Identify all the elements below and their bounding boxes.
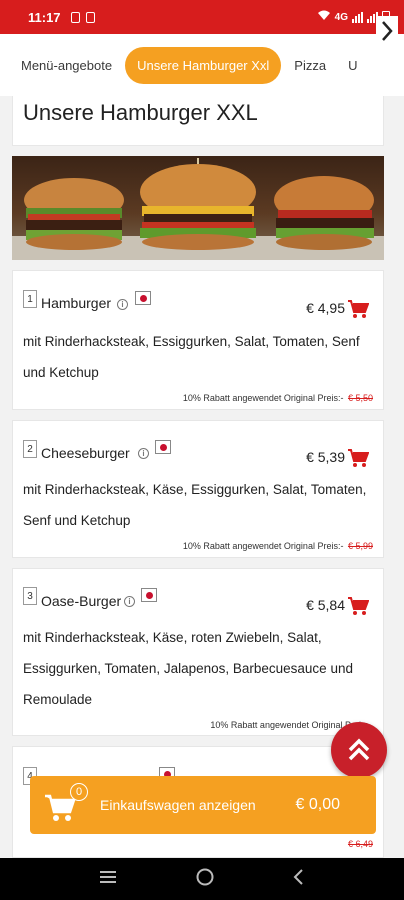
item-price: € 5,39 — [306, 449, 345, 465]
original-price: € 5,50 — [347, 393, 373, 403]
discount-note: € 6,49 — [346, 839, 373, 849]
item-number: 2 — [23, 440, 37, 458]
item-name: Cheeseburger — [41, 445, 130, 461]
status-time: 11:17 — [28, 9, 61, 25]
network-type: 4G — [334, 11, 348, 23]
japan-flag-icon — [155, 440, 171, 454]
add-to-cart-icon[interactable] — [347, 596, 370, 616]
view-cart-button[interactable]: 0 Einkaufswagen anzeigen € 0,00 — [30, 776, 376, 834]
japan-flag-icon — [135, 291, 151, 305]
add-to-cart-icon[interactable] — [347, 299, 370, 319]
add-to-cart-icon[interactable] — [347, 448, 370, 468]
original-price: € 5,99 — [347, 541, 373, 551]
cart-count-badge: 0 — [70, 783, 88, 801]
discount-note: 10% Rabatt angewendet Original Preis:- €… — [183, 393, 373, 403]
info-icon[interactable]: i — [124, 596, 135, 607]
home-icon[interactable] — [195, 867, 215, 892]
menu-item-card[interactable]: 3 Oase-Burger i € 5,84 mit Rinderhackste… — [12, 568, 384, 736]
wifi-icon — [317, 10, 331, 24]
cart-icon: 0 — [44, 783, 88, 825]
chevron-right-icon[interactable] — [376, 16, 398, 46]
discount-text: 10% Rabatt angewendet Original Preis:- — [182, 541, 344, 551]
burger-banner-image — [12, 156, 384, 260]
view-cart-label: Einkaufswagen anzeigen — [100, 797, 256, 813]
item-description: mit Rinderhacksteak, Essiggurken, Salat,… — [23, 334, 360, 380]
scroll-to-top-button[interactable] — [331, 722, 387, 778]
item-price: € 5,84 — [306, 597, 345, 613]
tab-pizza[interactable]: Pizza — [285, 48, 335, 83]
item-name: Hamburger — [41, 295, 112, 311]
section-header: Unsere Hamburger XXL — [12, 96, 384, 146]
back-icon[interactable] — [292, 868, 306, 891]
japan-flag-icon — [141, 588, 157, 602]
double-chevron-up-icon — [348, 738, 370, 761]
original-price: € 6,49 — [347, 839, 373, 849]
discount-text: 10% Rabatt angewendet Original Preis:- — [182, 393, 344, 403]
menu-item-card[interactable]: 1 Hamburger i € 4,95 mit Rinderhacksteak… — [12, 270, 384, 410]
signal-icon — [352, 11, 363, 23]
recent-apps-icon[interactable] — [98, 869, 118, 890]
status-bar: 11:17 4G — [0, 0, 404, 34]
system-nav-bar — [0, 858, 404, 900]
item-number: 1 — [23, 290, 37, 308]
info-icon[interactable]: i — [138, 448, 149, 459]
menu-item-card[interactable]: 2 Cheeseburger i € 5,39 mit Rinderhackst… — [12, 420, 384, 558]
tab-next-partial[interactable]: U — [339, 48, 366, 83]
tab-menue-angebote[interactable]: Menü-angebote — [12, 48, 121, 83]
item-price: € 4,95 — [306, 300, 345, 316]
notification-icon — [85, 11, 95, 23]
tab-unsere-hamburger-xxl[interactable]: Unsere Hamburger Xxl — [125, 46, 282, 84]
item-description: mit Rinderhacksteak, Käse, Essiggurken, … — [23, 482, 367, 528]
item-name: Oase-Burger — [41, 593, 122, 609]
info-icon[interactable]: i — [117, 299, 128, 310]
discount-note: 10% Rabatt angewendet Original Preis:- €… — [183, 541, 373, 551]
notification-icon — [70, 11, 80, 23]
category-tabs: Menü-angebote Unsere Hamburger Xxl Pizza… — [0, 34, 404, 96]
item-description: mit Rinderhacksteak, Käse, roten Zwiebel… — [23, 630, 353, 707]
item-number: 3 — [23, 587, 37, 605]
section-title: Unsere Hamburger XXL — [23, 100, 258, 125]
cart-total: € 0,00 — [295, 796, 340, 813]
